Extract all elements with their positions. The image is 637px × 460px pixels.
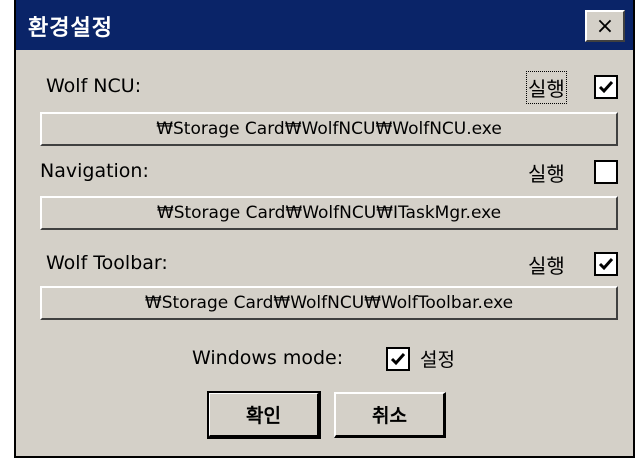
ok-button-label: 확인 — [246, 405, 281, 427]
wolf-toolbar-run-checkbox[interactable] — [594, 252, 618, 276]
wolf-ncu-path-text: ₩Storage Card₩WolfNCU₩WolfNCU.exe — [156, 119, 502, 139]
wolf-toolbar-path-button[interactable]: ₩Storage Card₩WolfNCU₩WolfToolbar.exe — [40, 286, 618, 320]
navigation-label: Navigation: — [40, 160, 149, 182]
title-bar[interactable]: 환경설정 × — [16, 0, 633, 50]
navigation-path-text: ₩Storage Card₩WolfNCU₩ITaskMgr.exe — [156, 203, 502, 223]
ok-button[interactable]: 확인 — [207, 391, 321, 439]
navigation-run-checkbox[interactable] — [594, 160, 618, 184]
close-icon: × — [595, 13, 615, 39]
windows-mode-setting-label: 설정 — [420, 349, 455, 371]
windows-mode-checkbox[interactable] — [386, 347, 410, 371]
checkmark-icon — [598, 81, 614, 94]
navigation-path-button[interactable]: ₩Storage Card₩WolfNCU₩ITaskMgr.exe — [40, 196, 618, 230]
navigation-run-label: 실행 — [528, 162, 565, 186]
close-button[interactable]: × — [585, 10, 625, 42]
wolf-toolbar-path-text: ₩Storage Card₩WolfNCU₩WolfToolbar.exe — [144, 293, 514, 313]
cancel-button[interactable]: 취소 — [334, 392, 446, 438]
checkmark-icon — [598, 258, 614, 271]
wolf-toolbar-label: Wolf Toolbar: — [46, 252, 168, 274]
wolf-ncu-label: Wolf NCU: — [46, 75, 142, 97]
wolf-ncu-path-button[interactable]: ₩Storage Card₩WolfNCU₩WolfNCU.exe — [40, 112, 618, 146]
windows-mode-label: Windows mode: — [192, 347, 344, 369]
checkmark-icon — [390, 353, 406, 366]
window-title: 환경설정 — [28, 16, 113, 41]
wolf-ncu-run-label[interactable]: 실행 — [526, 71, 567, 104]
wolf-ncu-run-checkbox[interactable] — [594, 75, 618, 99]
settings-dialog: 환경설정 × Wolf NCU: 실행 ₩Storage Card₩WolfNC… — [14, 0, 635, 458]
cancel-button-label: 취소 — [372, 405, 407, 427]
wolf-toolbar-run-label: 실행 — [528, 254, 565, 278]
